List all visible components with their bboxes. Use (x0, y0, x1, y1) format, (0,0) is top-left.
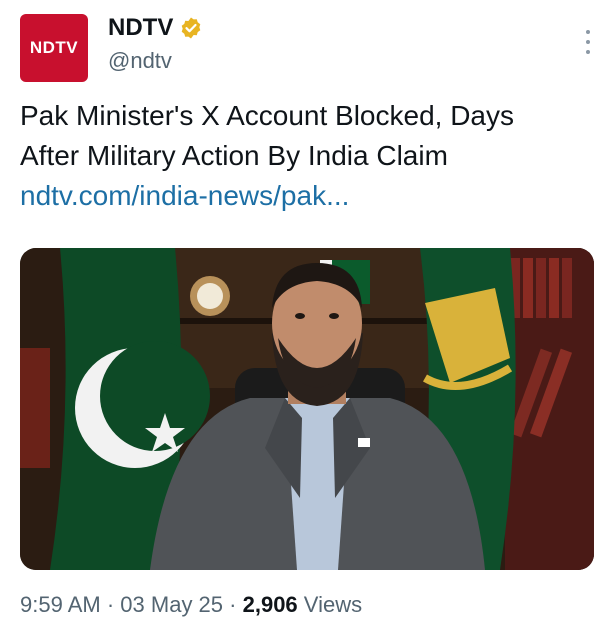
post-time[interactable]: 9:59 AM (20, 592, 101, 617)
media-image[interactable] (20, 248, 594, 570)
post-text-line-1: Pak Minister's X Account Blocked, Days (20, 100, 514, 131)
display-name[interactable]: NDTV (108, 14, 173, 42)
meta-separator: · (229, 592, 237, 617)
post-text: Pak Minister's X Account Blocked, Days A… (20, 96, 600, 216)
avatar-logo-text: NDTV (29, 38, 79, 57)
avatar[interactable]: NDTV (20, 14, 88, 82)
author-name-row: NDTV (108, 14, 203, 42)
post-meta: 9:59 AM · 03 May 25 · 2,906 Views (20, 592, 362, 618)
views-count[interactable]: 2,906 (243, 592, 298, 617)
video-frame-image (20, 248, 594, 570)
post-link[interactable]: ndtv.com/india-news/pak... (20, 176, 600, 216)
more-options-icon[interactable] (584, 30, 592, 54)
post-text-line-2: After Military Action By India Claim (20, 140, 448, 171)
views-label[interactable]: Views (304, 592, 362, 617)
verified-badge-icon[interactable] (179, 16, 203, 40)
tweet[interactable]: NDTV NDTV @ndtv Pak Minister's X Account… (0, 0, 614, 630)
post-date[interactable]: 03 May 25 (120, 592, 223, 617)
author-handle[interactable]: @ndtv (108, 48, 172, 74)
meta-separator: · (106, 592, 115, 617)
